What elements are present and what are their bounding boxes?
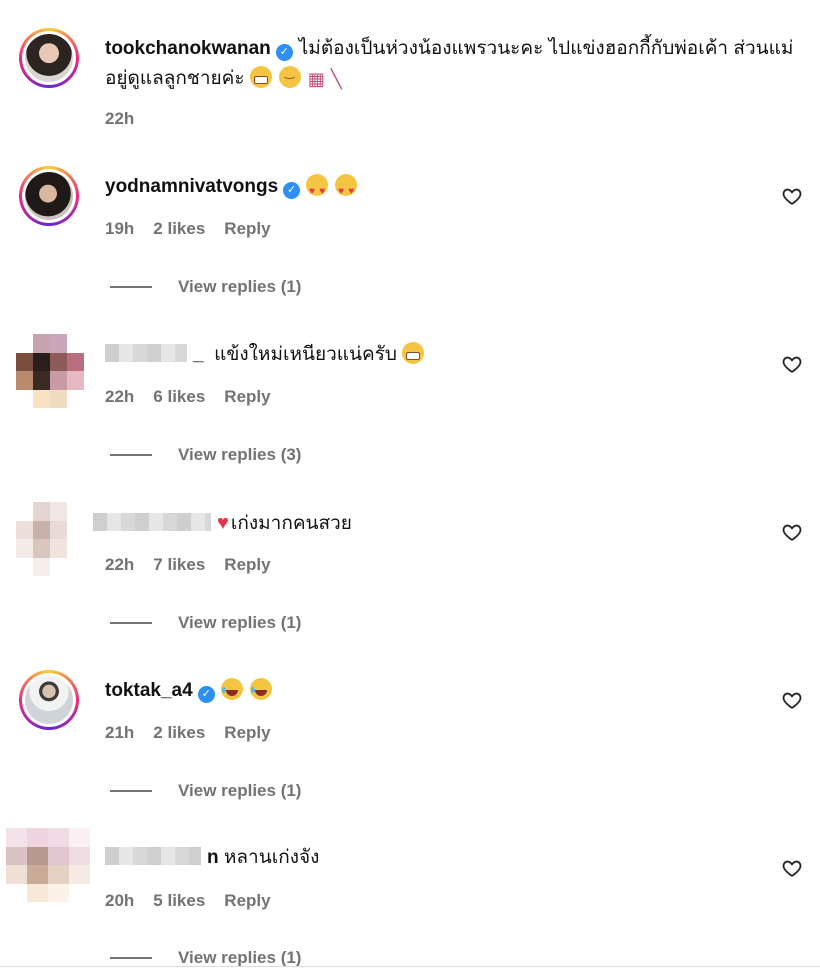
comment-meta: 22h 7 likes Reply — [105, 555, 290, 575]
view-replies-label: View replies (1) — [178, 948, 302, 967]
laughing-emoji-icon — [249, 678, 272, 700]
view-replies-label: View replies (1) — [178, 613, 302, 632]
like-count[interactable]: 2 likes — [153, 219, 205, 238]
comment-body: tookchanokwanan ✓ ไม่ต้องเป็นห่วงน้องแพรวน… — [105, 34, 800, 94]
like-count[interactable]: 6 likes — [153, 387, 205, 406]
laughing-emoji-icon — [220, 678, 243, 700]
username[interactable]: tookchanokwanan — [105, 38, 271, 59]
comment-body: ♥ เก่งมากคนสวย — [93, 508, 800, 539]
divider-line — [110, 622, 152, 624]
heart-outline-icon[interactable] — [781, 185, 803, 207]
avatar[interactable] — [19, 28, 79, 88]
blurred-username — [105, 344, 187, 362]
heart-outline-icon[interactable] — [781, 857, 803, 879]
comment-text: หลานเก่งจัง — [223, 847, 320, 868]
blurred-username — [105, 847, 201, 865]
timestamp: 22h — [105, 387, 135, 406]
view-replies-button[interactable]: View replies (1) — [110, 613, 301, 633]
like-count[interactable]: 2 likes — [153, 723, 205, 742]
bottom-divider — [0, 966, 820, 967]
timestamp: 22h — [105, 555, 135, 574]
verified-badge-icon: ✓ — [283, 182, 301, 199]
comment-text: เก่งมากคนสวย — [230, 513, 352, 534]
view-replies-label: View replies (1) — [178, 277, 302, 296]
comment-text: แข้งใหม่เหนียวแน่ครับ — [214, 344, 397, 365]
comment-meta: 22h — [105, 109, 153, 129]
reply-button[interactable]: Reply — [224, 723, 270, 742]
like-count[interactable]: 5 likes — [153, 891, 205, 910]
hockey-goal-icon: ▦ — [307, 69, 325, 89]
reply-button[interactable]: Reply — [224, 219, 270, 238]
comment-body: toktak_a4 ✓ — [105, 676, 800, 706]
grin-emoji-icon — [402, 342, 425, 364]
heart-outline-icon[interactable] — [781, 353, 803, 375]
heart-outline-icon[interactable] — [781, 521, 803, 543]
hockey-stick-icon: ╲ — [330, 69, 342, 89]
timestamp: 22h — [105, 109, 135, 128]
like-count[interactable]: 7 likes — [153, 555, 205, 574]
username[interactable]: toktak_a4 — [105, 680, 193, 701]
verified-badge-icon: ✓ — [275, 44, 293, 61]
comment-meta: 20h 5 likes Reply — [105, 891, 290, 911]
grin-emoji-icon — [249, 66, 272, 88]
view-replies-button[interactable]: View replies (1) — [110, 781, 301, 801]
username[interactable]: n — [207, 847, 219, 868]
comment-meta: 22h 6 likes Reply — [105, 387, 290, 407]
timestamp: 21h — [105, 723, 135, 742]
reply-button[interactable]: Reply — [224, 387, 270, 406]
verified-badge-icon: ✓ — [197, 686, 215, 703]
comment-body: yodnamnivatvongs ✓ — [105, 172, 800, 202]
timestamp: 20h — [105, 891, 135, 910]
view-replies-button[interactable]: View replies (1) — [110, 948, 301, 968]
avatar[interactable] — [19, 166, 79, 226]
username[interactable]: _ — [193, 344, 204, 365]
divider-line — [110, 957, 152, 959]
view-replies-button[interactable]: View replies (1) — [110, 277, 301, 297]
heart-eyes-emoji-icon — [306, 174, 329, 196]
view-replies-button[interactable]: View replies (3) — [110, 445, 301, 465]
heart-outline-icon[interactable] — [781, 689, 803, 711]
timestamp: 19h — [105, 219, 135, 238]
avatar[interactable] — [19, 670, 79, 730]
view-replies-label: View replies (1) — [178, 781, 302, 800]
reply-button[interactable]: Reply — [224, 891, 270, 910]
avatar[interactable] — [6, 828, 90, 902]
comment-body: _ แข้งใหม่เหนียวแน่ครับ — [105, 340, 800, 370]
divider-line — [110, 790, 152, 792]
divider-line — [110, 286, 152, 288]
smile-emoji-icon — [278, 66, 301, 88]
divider-line — [110, 454, 152, 456]
heart-eyes-emoji-icon — [335, 174, 358, 196]
reply-button[interactable]: Reply — [224, 555, 270, 574]
heart-emoji-icon: ♥ — [217, 512, 229, 534]
comment-meta: 19h 2 likes Reply — [105, 219, 290, 239]
comment-meta: 21h 2 likes Reply — [105, 723, 290, 743]
avatar[interactable] — [16, 334, 84, 408]
view-replies-label: View replies (3) — [178, 445, 302, 464]
avatar[interactable] — [16, 502, 84, 576]
username[interactable]: yodnamnivatvongs — [105, 176, 278, 197]
blurred-username — [93, 513, 211, 531]
comment-body: n หลานเก่งจัง — [105, 843, 800, 873]
